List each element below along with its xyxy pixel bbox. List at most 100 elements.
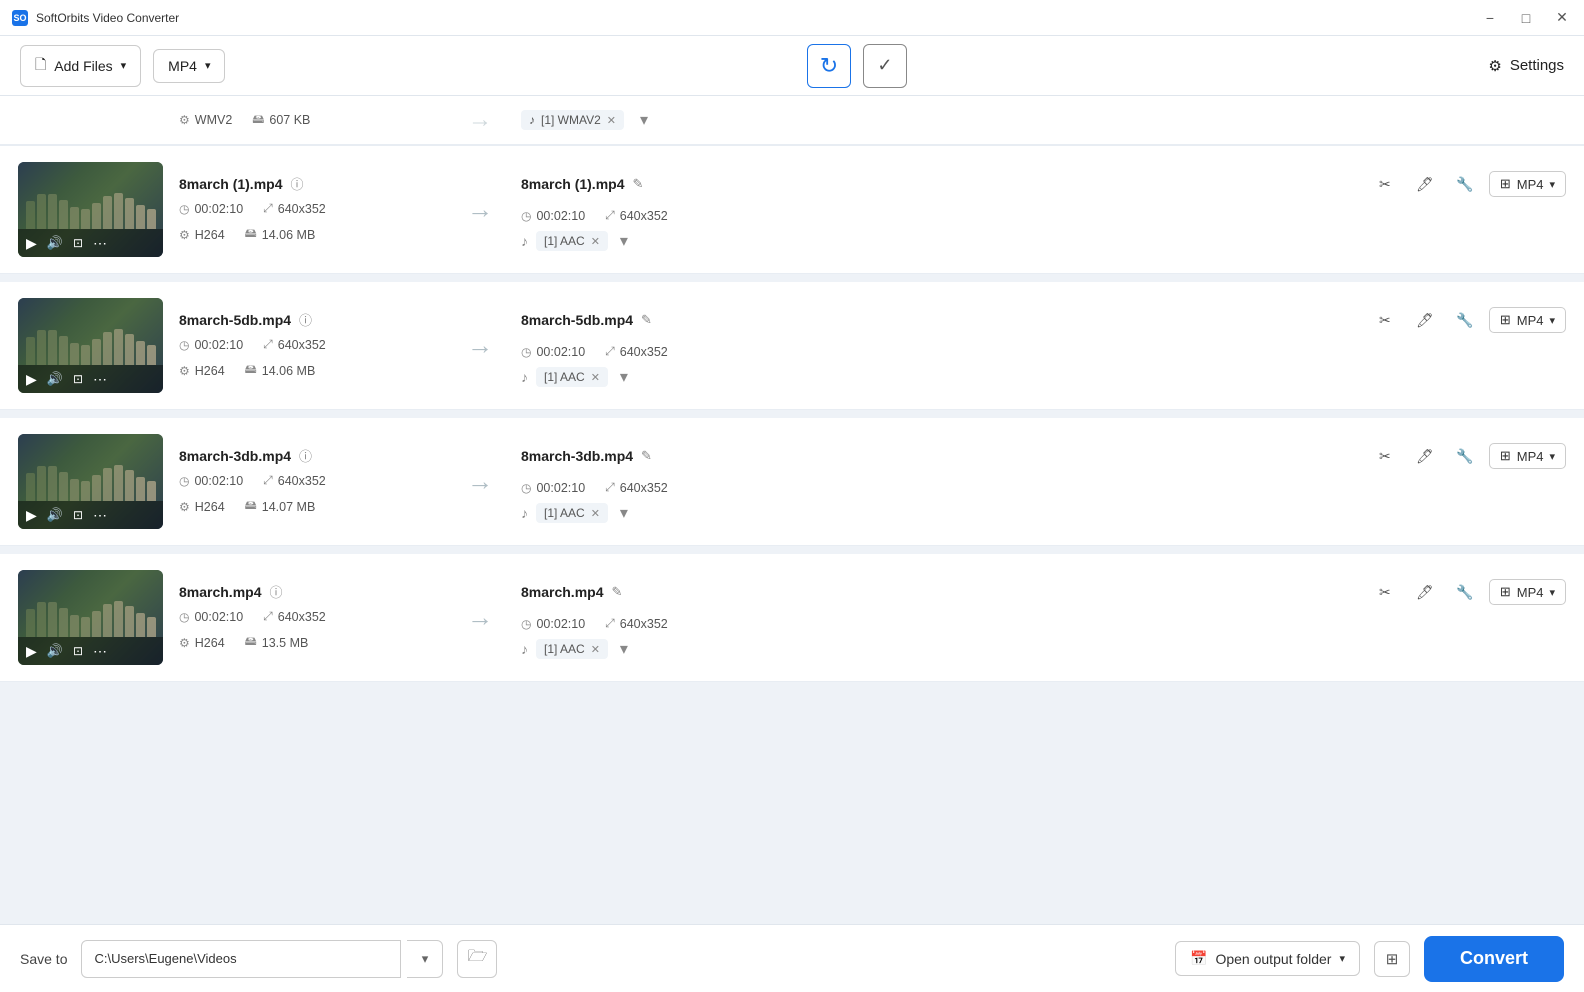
output-name-file1: 8march (1).mp4 [521,176,624,192]
play-icon[interactable]: ▶ [26,235,37,252]
settings-button-file4[interactable]: 🔧 [1449,576,1481,608]
volume-icon[interactable]: 🔊 [47,371,63,387]
codec-icon: ⚙ [179,500,190,514]
trim-button-file2[interactable]: ✂ [1369,304,1401,336]
output-format-button-file2[interactable]: ⊞ MP4 ▾ [1489,307,1566,333]
check-icon: ✓ [877,55,892,76]
output-name-file2: 8march-5db.mp4 [521,312,633,328]
audio-tag-remove-button-file3[interactable]: ✕ [591,507,600,520]
add-files-button[interactable]: 🗋 Add Files ▾ [20,45,141,87]
check-button[interactable]: ✓ [863,44,907,88]
crop-icon[interactable]: ⊡ [73,644,83,658]
duration-icon: ◷ [179,610,189,624]
window-controls: − □ ✕ [1480,8,1572,28]
codec-value: H264 [195,500,225,514]
output-format-value: MP4 [1517,313,1544,328]
info-icon-file2[interactable]: ⓘ [299,310,312,329]
output-info-file1: 8march (1).mp4 ✎ ✂ 🖊 🔧 ⊞ MP4 ▾ [521,168,1566,251]
audio-tag-remove-button-file2[interactable]: ✕ [591,371,600,384]
app-title: SoftOrbits Video Converter [36,11,179,25]
volume-icon[interactable]: 🔊 [47,643,63,659]
edit-icon-file4[interactable]: ✎ [611,584,622,600]
settings-button[interactable]: ⚙ Settings [1488,57,1564,75]
minimize-button[interactable]: − [1480,8,1500,28]
settings-button-file2[interactable]: 🔧 [1449,304,1481,336]
edit-icon-file3[interactable]: ✎ [641,448,652,464]
codec-icon: ⚙ [179,228,190,242]
filesize-icon: 🖴 [245,496,257,517]
output-format-button-file1[interactable]: ⊞ MP4 ▾ [1489,171,1566,197]
resolution-icon: ⤢ [263,337,273,352]
table-row: ▶ 🔊 ⊡ ⋯ 8march-3db.mp4 ⓘ ◷ 00:02:10 [0,418,1584,546]
out-duration-value: 00:02:10 [536,345,585,359]
crop-icon[interactable]: ⊡ [73,508,83,522]
table-row: ▶ 🔊 ⊡ ⋯ 8march.mp4 ⓘ ◷ 00:02:10 [0,554,1584,682]
out-resolution-icon: ⤢ [605,616,615,631]
out-resolution-value: 640x352 [620,345,668,359]
audio-dropdown-button-file1[interactable]: ▾ [620,231,628,251]
add-files-label: Add Files [54,58,112,74]
trim-button-file1[interactable]: ✂ [1369,168,1401,200]
output-format-button-file3[interactable]: ⊞ MP4 ▾ [1489,443,1566,469]
format-selector-button[interactable]: MP4 ▾ [153,49,225,83]
more-icon[interactable]: ⋯ [93,235,107,252]
edit-button-file3[interactable]: 🖊 [1409,440,1441,472]
output-name-file4: 8march.mp4 [521,584,603,600]
volume-icon[interactable]: 🔊 [47,507,63,523]
audio-track-value: [1] AAC [544,370,585,384]
trim-button-file4[interactable]: ✂ [1369,576,1401,608]
edit-button-file4[interactable]: 🖊 [1409,576,1441,608]
play-icon[interactable]: ▶ [26,643,37,660]
grid-icon: ⊞ [1386,950,1399,968]
convert-button[interactable]: Convert [1424,936,1564,982]
audio-dropdown-button-file2[interactable]: ▾ [620,367,628,387]
edit-button-file1[interactable]: 🖊 [1409,168,1441,200]
output-format-button-file4[interactable]: ⊞ MP4 ▾ [1489,579,1566,605]
maximize-button[interactable]: □ [1516,8,1536,28]
save-path-dropdown-button[interactable]: ▾ [407,940,443,978]
more-icon[interactable]: ⋯ [93,507,107,524]
filesize-icon: 🖴 [245,224,257,245]
trim-button-file3[interactable]: ✂ [1369,440,1401,472]
audio-dropdown-button-file3[interactable]: ▾ [620,503,628,523]
audio-tag-remove-button-file1[interactable]: ✕ [591,235,600,248]
play-icon[interactable]: ▶ [26,507,37,524]
open-output-label: Open output folder [1215,951,1331,967]
crop-icon[interactable]: ⊡ [73,236,83,250]
audio-tag-remove-button[interactable]: ✕ [607,114,616,127]
info-icon-file1[interactable]: ⓘ [290,174,303,193]
settings-button-file3[interactable]: 🔧 [1449,440,1481,472]
info-icon-file4[interactable]: ⓘ [269,582,282,601]
codec-value: H264 [195,364,225,378]
audio-note-icon: ♪ [521,233,528,249]
info-icon-file3[interactable]: ⓘ [299,446,312,465]
play-icon[interactable]: ▶ [26,371,37,388]
format-label: MP4 [168,58,197,74]
audio-tag-remove-button-file4[interactable]: ✕ [591,643,600,656]
edit-icon-file1[interactable]: ✎ [632,176,643,192]
close-button[interactable]: ✕ [1552,8,1572,28]
open-output-button[interactable]: 📅 Open output folder ▾ [1175,941,1360,976]
grid-view-button[interactable]: ⊞ [1374,941,1410,977]
crop-icon[interactable]: ⊡ [73,372,83,386]
audio-tag-file4: [1] AAC ✕ [536,639,608,659]
output-format-value: MP4 [1517,177,1544,192]
settings-button-file1[interactable]: 🔧 [1449,168,1481,200]
audio-dropdown-button[interactable]: ▾ [640,110,648,130]
duration-icon: ◷ [179,338,189,352]
edit-icon-file2[interactable]: ✎ [641,312,652,328]
convert-arrow-icon: → [455,602,505,633]
more-icon[interactable]: ⋯ [93,371,107,388]
audio-dropdown-button-file4[interactable]: ▾ [620,639,628,659]
save-path-input[interactable] [81,940,401,978]
resolution-icon: ⤢ [263,609,273,624]
more-icon[interactable]: ⋯ [93,643,107,660]
output-format-value: MP4 [1517,449,1544,464]
volume-icon[interactable]: 🔊 [47,235,63,251]
thumbnail-file4: ▶ 🔊 ⊡ ⋯ [18,570,163,665]
filesize-value: 14.07 MB [262,500,316,514]
browse-folder-button[interactable]: 🗁 [457,940,497,978]
refresh-button[interactable]: ↻ [807,44,851,88]
codec-value: H264 [195,636,225,650]
edit-button-file2[interactable]: 🖊 [1409,304,1441,336]
